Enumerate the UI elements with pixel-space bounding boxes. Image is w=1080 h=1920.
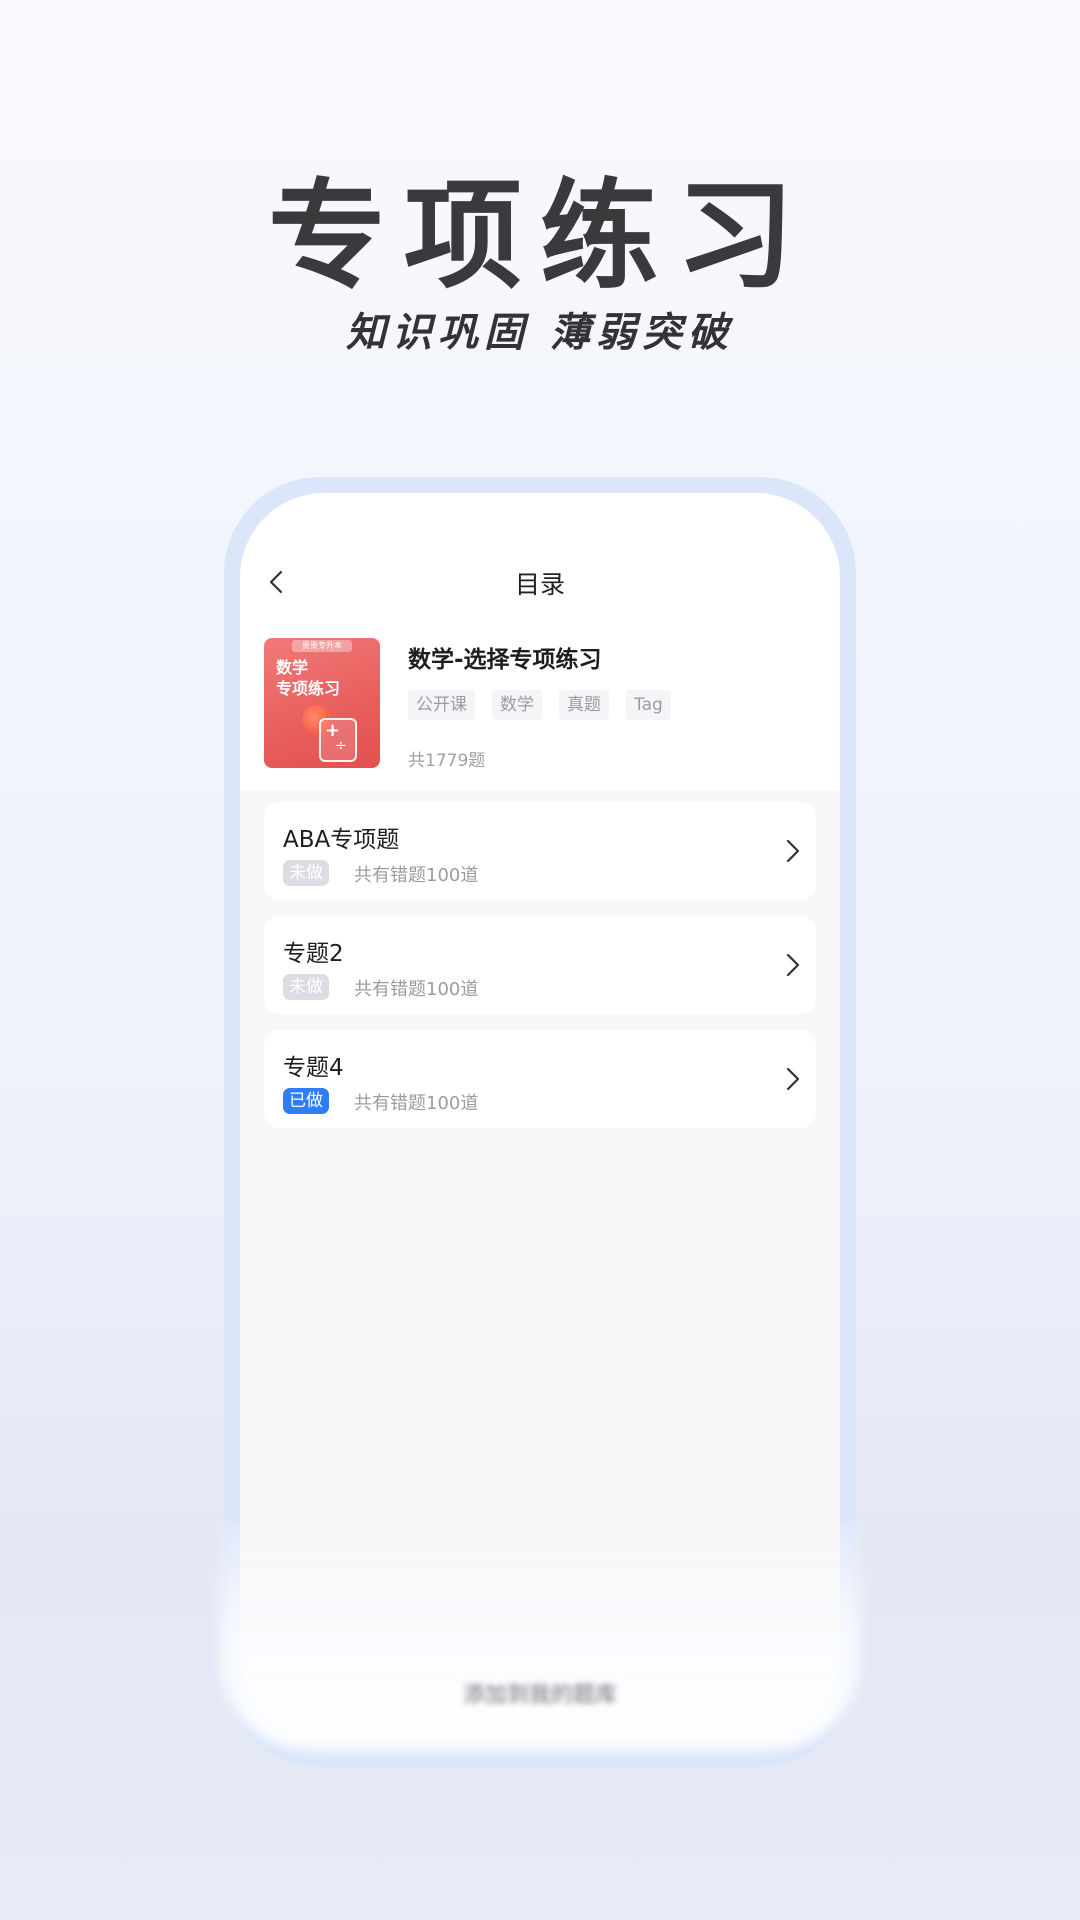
item-desc: 共有错题100道 (354, 865, 479, 886)
tag: 真题 (559, 690, 609, 720)
item-desc: 共有错题100道 (354, 979, 479, 1000)
status-badge: 未做 (283, 860, 329, 886)
item-title: ABA专项题 (283, 827, 400, 853)
math-doc-icon: + ÷ (319, 718, 357, 762)
hero-title: 专项练习 (267, 167, 812, 305)
chevron-right-icon (782, 952, 802, 978)
tag: 公开课 (408, 690, 475, 720)
tag: 数学 (492, 690, 542, 720)
list-item[interactable]: 专题2 未做 共有错题100道 (264, 916, 816, 1014)
chevron-right-icon (782, 838, 802, 864)
status-badge: 未做 (283, 974, 329, 1000)
tag: Tag (626, 690, 671, 720)
item-desc: 共有错题100道 (354, 1093, 479, 1114)
blur-overlay (220, 1520, 860, 1750)
list-item[interactable]: 专题4 已做 共有错题100道 (264, 1030, 816, 1128)
item-title: 专题2 (283, 941, 344, 967)
tag-list: 公开课 数学 真题 Tag (408, 690, 671, 720)
nav-bar: 目录 (240, 553, 840, 613)
book-title: 数学-选择专项练习 (408, 647, 602, 673)
status-badge: 已做 (283, 1088, 329, 1114)
item-title: 专题4 (283, 1055, 344, 1081)
add-to-bank-button[interactable]: 添加到我的题库 (0, 1677, 1080, 1709)
cover-line-2: 专项练习 (276, 679, 341, 698)
cover-badge: 贵贵专升本 (292, 640, 352, 652)
chevron-right-icon (782, 1066, 802, 1092)
hero-subtitle: 知识巩固 薄弱突破 (346, 310, 734, 356)
question-count: 共1779题 (408, 751, 486, 771)
page-title: 目录 (514, 570, 565, 599)
book-card: 贵贵专升本 数学 专项练习 + ÷ 数学-选择专项练习 公开课 数学 真题 Ta… (264, 638, 824, 778)
list-item[interactable]: ABA专项题 未做 共有错题100道 (264, 802, 816, 900)
book-cover: 贵贵专升本 数学 专项练习 + ÷ (264, 638, 380, 768)
